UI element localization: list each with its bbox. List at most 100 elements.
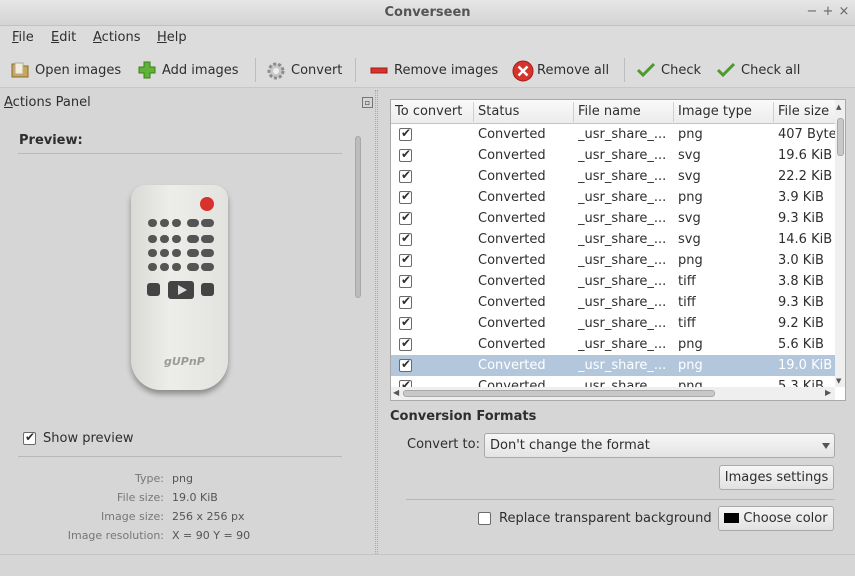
open-images-button[interactable]: Open images — [10, 58, 121, 82]
cell-file-name: _usr_share_... — [578, 232, 667, 247]
row-checkbox[interactable] — [399, 147, 412, 162]
cell-status: Converted — [478, 253, 546, 268]
gear-icon — [266, 60, 286, 80]
table-row[interactable]: Converted _usr_share_... png 407 Bytes — [391, 124, 835, 145]
table-row[interactable]: Converted _usr_share_... png 3.9 KiB — [391, 187, 835, 208]
cell-type: png — [678, 379, 703, 387]
row-checkbox[interactable] — [399, 378, 412, 387]
folder-open-icon — [10, 60, 30, 80]
cell-file-name: _usr_share_... — [578, 127, 667, 142]
play-icon — [168, 281, 194, 299]
cell-file-name: _usr_share_... — [578, 337, 667, 352]
toolbar: Open images Add images Convert Remove im… — [0, 50, 855, 88]
cell-size: 3.0 KiB — [778, 253, 824, 268]
pane-splitter[interactable] — [375, 90, 378, 554]
panel-float-icon[interactable]: ▫ — [362, 97, 373, 108]
row-checkbox[interactable] — [399, 336, 412, 351]
info-file-size: File size: 19.0 KiB — [117, 491, 218, 504]
replace-background-label: Replace transparent background — [499, 511, 712, 526]
row-checkbox[interactable] — [399, 294, 412, 309]
table-row[interactable]: Converted _usr_share_... svg 19.6 KiB — [391, 145, 835, 166]
remove-images-button[interactable]: Remove images — [369, 58, 498, 82]
table-row[interactable]: Converted _usr_share_... png 5.6 KiB — [391, 334, 835, 355]
toolbar-separator — [355, 58, 356, 82]
cell-size: 9.3 KiB — [778, 295, 824, 310]
cell-file-name: _usr_share_... — [578, 148, 667, 163]
cell-size: 19.6 KiB — [778, 148, 833, 163]
cell-type: svg — [678, 211, 701, 226]
cell-type: png — [678, 337, 703, 352]
menu-edit[interactable]: Edit — [51, 30, 76, 45]
row-checkbox[interactable] — [399, 231, 412, 246]
show-preview-checkbox[interactable] — [23, 430, 36, 445]
table-row[interactable]: Converted _usr_share_... svg 9.3 KiB — [391, 208, 835, 229]
column-file-name[interactable]: File name — [578, 104, 641, 119]
table-row[interactable]: Converted _usr_share_... png 19.0 KiB — [391, 355, 835, 376]
table-row[interactable]: Converted _usr_share_... png 3.0 KiB — [391, 250, 835, 271]
panel-scrollbar[interactable] — [352, 126, 364, 544]
row-checkbox[interactable] — [399, 189, 412, 204]
cell-type: png — [678, 358, 703, 373]
cell-type: svg — [678, 169, 701, 184]
column-image-type[interactable]: Image type — [678, 104, 752, 119]
row-checkbox[interactable] — [399, 315, 412, 330]
divider — [18, 456, 342, 457]
cell-file-name: _usr_share_... — [578, 316, 667, 331]
menu-actions[interactable]: Actions — [93, 30, 141, 45]
plus-icon — [137, 60, 157, 80]
cell-size: 3.8 KiB — [778, 274, 824, 289]
cell-status: Converted — [478, 274, 546, 289]
add-images-button[interactable]: Add images — [137, 58, 239, 82]
table-row[interactable]: Converted _usr_share_... png 5.3 KiB — [391, 376, 835, 387]
row-checkbox[interactable] — [399, 252, 412, 267]
replace-background-checkbox[interactable] — [478, 512, 491, 525]
convert-to-select[interactable]: Don't change the format — [484, 433, 835, 458]
chevron-down-icon — [822, 443, 830, 449]
minimize-icon[interactable]: − — [805, 5, 819, 19]
cell-status: Converted — [478, 127, 546, 142]
maximize-icon[interactable]: + — [821, 5, 835, 19]
cell-status: Converted — [478, 295, 546, 310]
info-image-size: Image size: 256 x 256 px — [101, 510, 245, 523]
remote-brand: gUPnP — [164, 355, 205, 368]
table-horizontal-scrollbar[interactable]: ◀ ▶ — [391, 387, 835, 400]
table-row[interactable]: Converted _usr_share_... svg 14.6 KiB — [391, 229, 835, 250]
cell-file-name: _usr_share_... — [578, 379, 667, 387]
power-button-graphic — [200, 197, 214, 211]
cell-type: png — [678, 190, 703, 205]
table-row[interactable]: Converted _usr_share_... svg 22.2 KiB — [391, 166, 835, 187]
cell-size: 9.3 KiB — [778, 211, 824, 226]
info-type: Type: png — [135, 472, 193, 485]
row-checkbox[interactable] — [399, 126, 412, 141]
cell-file-name: _usr_share_... — [578, 295, 667, 310]
cell-type: png — [678, 127, 703, 142]
table-row[interactable]: Converted _usr_share_... tiff 9.2 KiB — [391, 313, 835, 334]
minus-icon — [369, 60, 389, 80]
check-button[interactable]: Check — [636, 58, 701, 82]
cell-type: tiff — [678, 274, 696, 289]
checkmark-icon — [636, 60, 656, 80]
row-checkbox[interactable] — [399, 210, 412, 225]
cell-file-name: _usr_share_... — [578, 211, 667, 226]
table-vertical-scrollbar[interactable]: ▲ ▼ — [835, 100, 845, 387]
cell-size: 5.6 KiB — [778, 337, 824, 352]
row-checkbox[interactable] — [399, 168, 412, 183]
menu-file[interactable]: File — [12, 30, 34, 45]
choose-color-button[interactable]: Choose color — [718, 506, 834, 531]
column-to-convert[interactable]: To convert — [395, 104, 462, 119]
cell-status: Converted — [478, 379, 546, 387]
column-status[interactable]: Status — [478, 104, 519, 119]
remove-all-icon — [512, 60, 534, 82]
convert-button[interactable]: Convert — [266, 58, 342, 82]
menu-help[interactable]: Help — [157, 30, 187, 45]
column-file-size[interactable]: File size — [778, 104, 829, 119]
close-icon[interactable]: × — [837, 5, 851, 19]
remove-all-button[interactable]: Remove all — [512, 58, 609, 82]
table-row[interactable]: Converted _usr_share_... tiff 9.3 KiB — [391, 292, 835, 313]
image-table: To convert Status File name Image type F… — [390, 99, 846, 401]
table-row[interactable]: Converted _usr_share_... tiff 3.8 KiB — [391, 271, 835, 292]
check-all-button[interactable]: Check all — [716, 58, 800, 82]
row-checkbox[interactable] — [399, 357, 412, 372]
images-settings-button[interactable]: Images settings — [719, 465, 834, 490]
row-checkbox[interactable] — [399, 273, 412, 288]
